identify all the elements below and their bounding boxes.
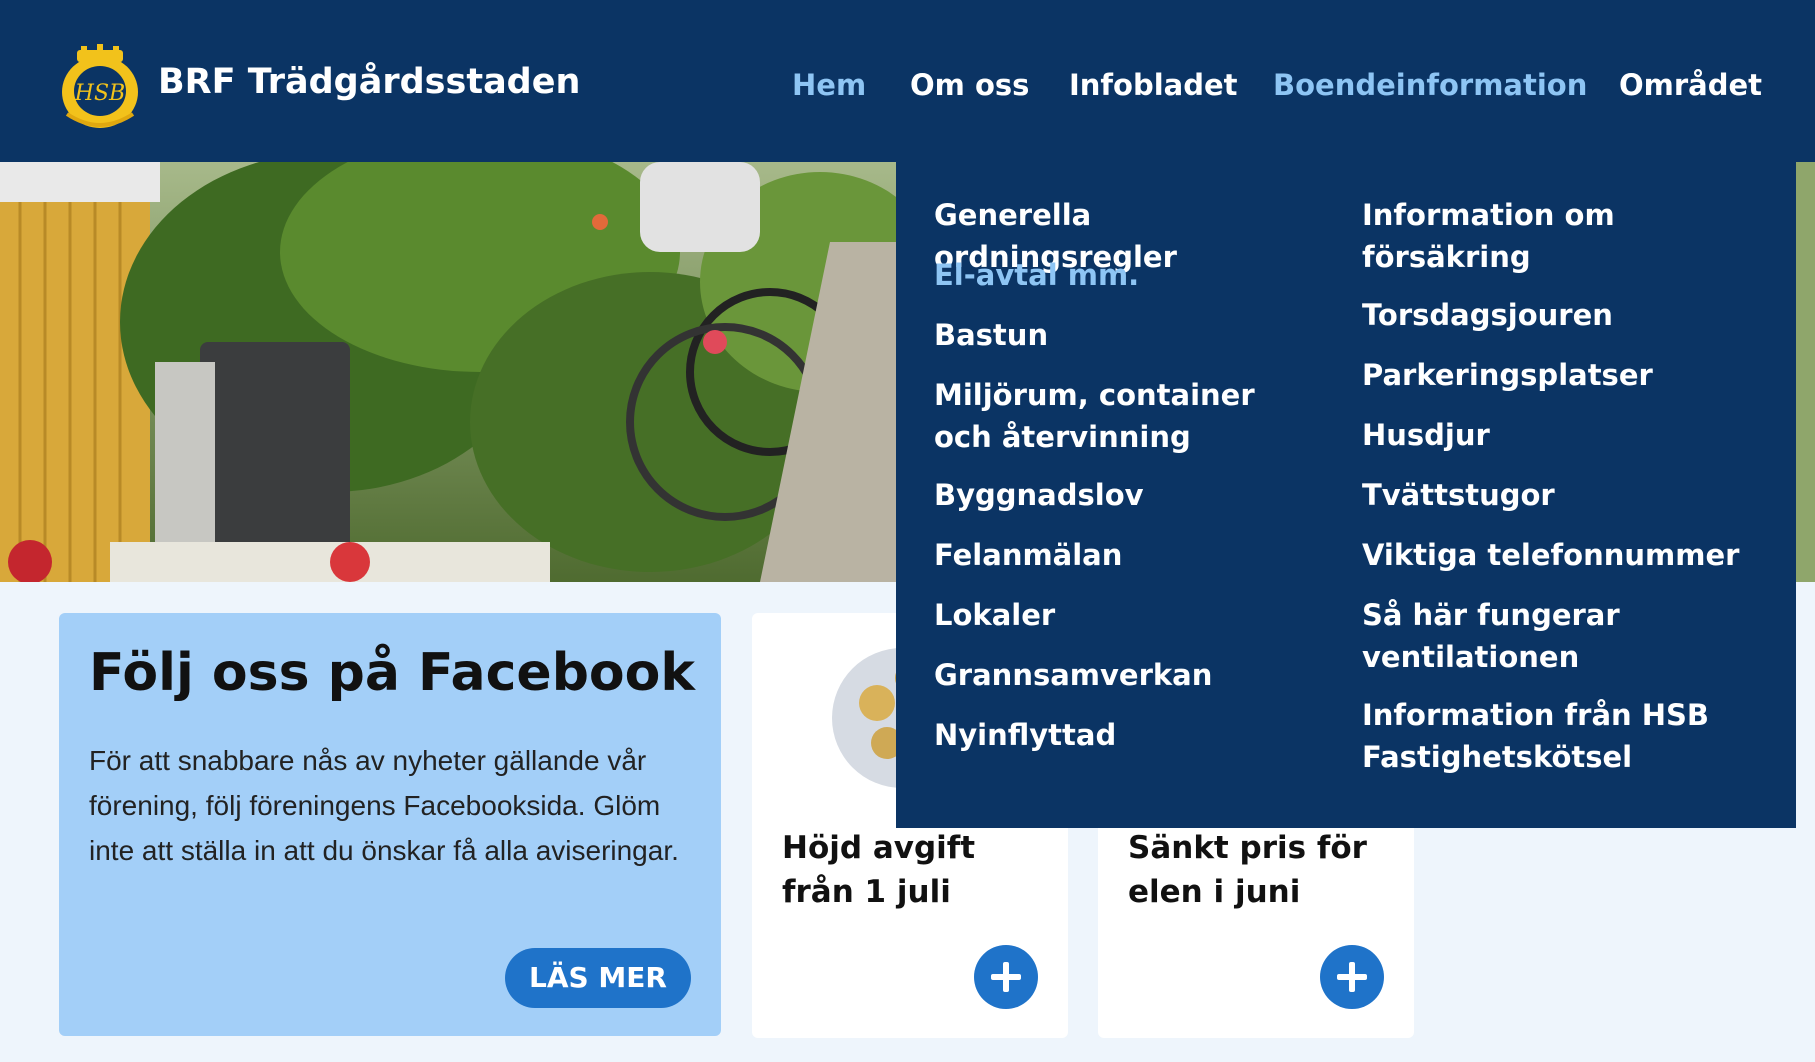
menu-item-tvattstugor[interactable]: Tvättstugor bbox=[1362, 474, 1762, 516]
menu-item-hsb-fastighetskotsel[interactable]: Information från HSB Fastighetskötsel bbox=[1362, 694, 1742, 778]
read-more-button[interactable]: LÄS MER bbox=[505, 948, 691, 1008]
news-card-title[interactable]: Höjd avgift från 1 juli bbox=[782, 826, 1052, 914]
menu-item-felanmalan[interactable]: Felanmälan bbox=[934, 534, 1334, 576]
menu-item-parkeringsplatser[interactable]: Parkeringsplatser bbox=[1362, 354, 1762, 396]
menu-item-byggnadslov[interactable]: Byggnadslov bbox=[934, 474, 1334, 516]
plus-icon[interactable] bbox=[974, 945, 1038, 1009]
site-header: HSB BRF Trädgårdsstaden Hem Om oss Infob… bbox=[0, 0, 1815, 162]
hsb-logo-icon[interactable]: HSB bbox=[57, 44, 143, 130]
plus-icon[interactable] bbox=[1320, 945, 1384, 1009]
nav-item-omradet[interactable]: Området bbox=[1619, 68, 1762, 102]
menu-item-el-avtal[interactable]: El-avtal mm. bbox=[934, 254, 1334, 296]
site-title[interactable]: BRF Trädgårdsstaden bbox=[158, 62, 580, 102]
news-card-title[interactable]: Sänkt pris för elen i juni bbox=[1128, 826, 1398, 914]
nav-item-infobladet[interactable]: Infobladet bbox=[1069, 68, 1238, 102]
facebook-card: Följ oss på Facebook För att snabbare nå… bbox=[59, 613, 721, 1036]
boendeinformation-dropdown: Generella ordningsregler El-avtal mm. Ba… bbox=[896, 162, 1796, 828]
menu-item-ventilationen[interactable]: Så här fungerar ventilationen bbox=[1362, 594, 1692, 678]
menu-item-bastun[interactable]: Bastun bbox=[934, 314, 1334, 356]
menu-item-husdjur[interactable]: Husdjur bbox=[1362, 414, 1762, 456]
menu-item-miljorum[interactable]: Miljörum, container och återvinning bbox=[934, 374, 1319, 458]
facebook-card-title: Följ oss på Facebook bbox=[89, 643, 695, 703]
menu-item-forsakring[interactable]: Information om försäkring bbox=[1362, 194, 1692, 278]
menu-item-torsdagsjouren[interactable]: Torsdagsjouren bbox=[1362, 294, 1762, 336]
nav-item-om-oss[interactable]: Om oss bbox=[910, 68, 1029, 102]
menu-item-nyinflyttad[interactable]: Nyinflyttad bbox=[934, 714, 1334, 756]
menu-item-telefonnummer[interactable]: Viktiga telefonnummer bbox=[1362, 534, 1782, 576]
nav-item-boendeinformation[interactable]: Boendeinformation bbox=[1273, 68, 1587, 102]
menu-item-lokaler[interactable]: Lokaler bbox=[934, 594, 1334, 636]
menu-item-grannsamverkan[interactable]: Grannsamverkan bbox=[934, 654, 1334, 696]
svg-text:HSB: HSB bbox=[74, 81, 125, 106]
nav-item-hem[interactable]: Hem bbox=[792, 68, 866, 102]
facebook-card-text: För att snabbare nås av nyheter gällande… bbox=[89, 745, 679, 866]
